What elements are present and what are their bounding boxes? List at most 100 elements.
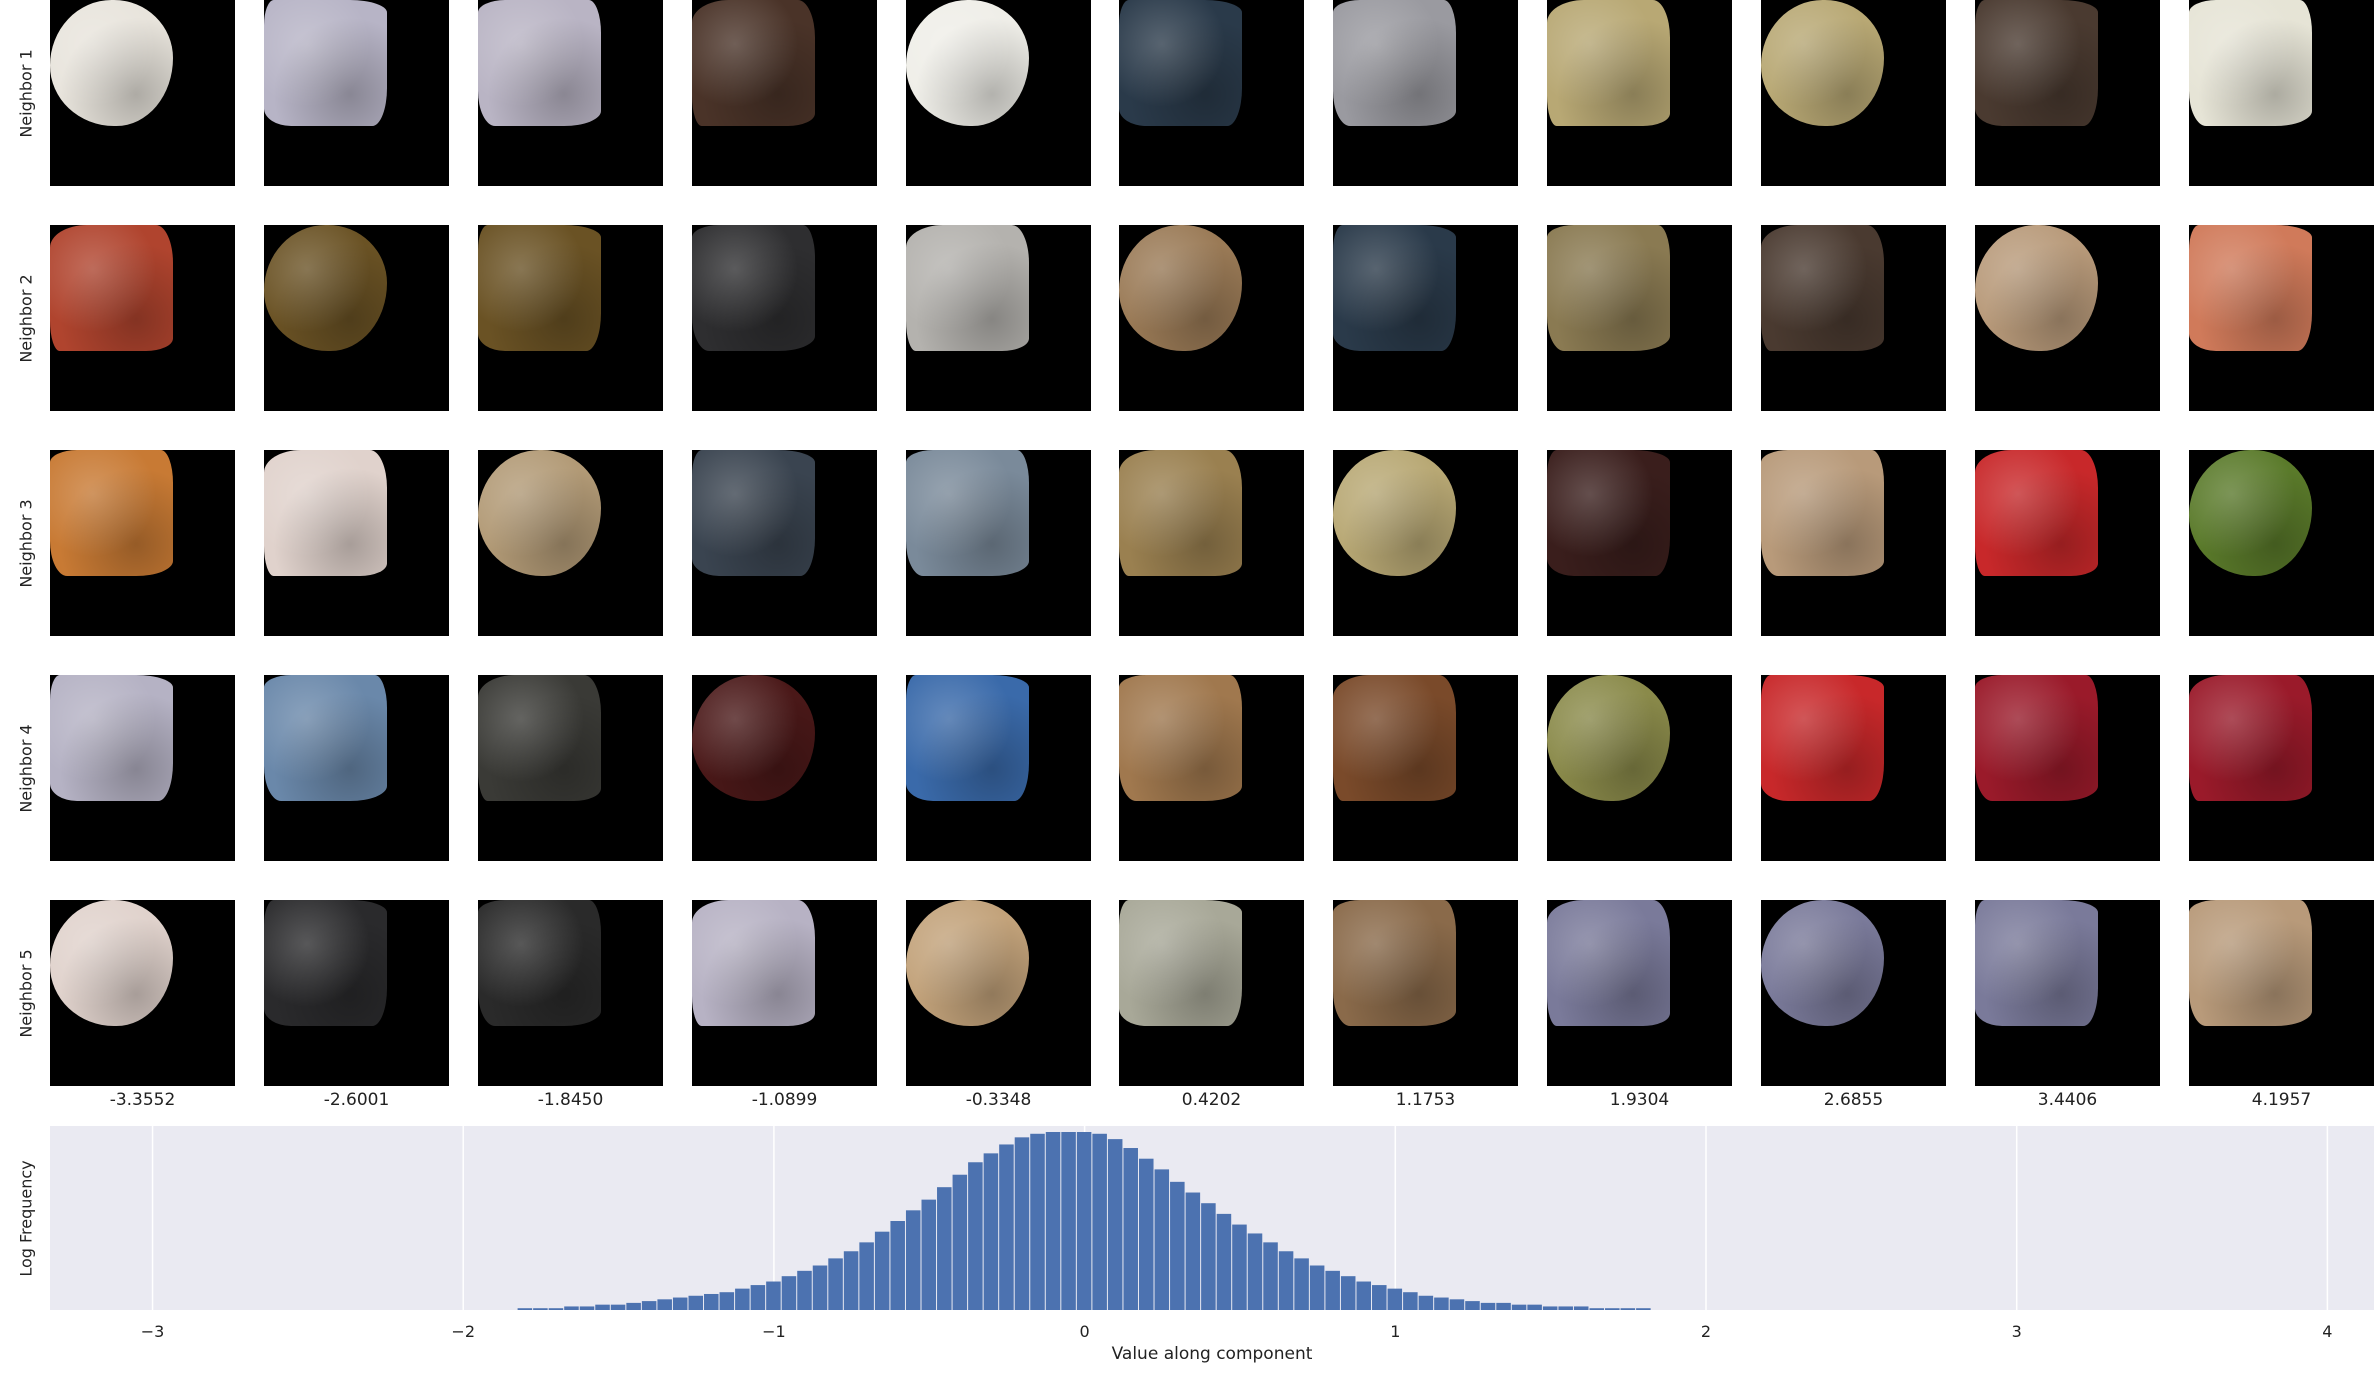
histogram-bar: [1170, 1181, 1185, 1310]
histogram-bar: [750, 1285, 766, 1310]
histogram-bar: [999, 1144, 1014, 1310]
histogram-bar: [1030, 1133, 1045, 1310]
neighbor-image: [50, 225, 235, 411]
image-patch: [1119, 225, 1242, 351]
image-patch: [264, 450, 387, 576]
x-tick-label: 2: [1700, 1322, 1712, 1341]
histogram-bar: [610, 1304, 626, 1310]
histogram-bar: [672, 1297, 688, 1310]
image-patch: [1333, 450, 1456, 576]
histogram-bar: [1589, 1308, 1605, 1310]
histogram-bar: [812, 1265, 828, 1310]
histogram-bar: [1387, 1288, 1403, 1310]
histogram-bar: [968, 1162, 983, 1310]
histogram-bar: [766, 1281, 781, 1310]
histogram-bar: [1138, 1158, 1154, 1310]
image-patch: [692, 900, 815, 1026]
histogram-bar: [1045, 1132, 1061, 1310]
neighbor-image: [906, 0, 1091, 186]
histogram-bar: [1496, 1302, 1511, 1310]
image-patch: [1119, 900, 1242, 1026]
histogram-bar: [517, 1308, 533, 1310]
neighbor-image: [1761, 450, 1946, 636]
column-value-label: -3.3552: [109, 1090, 176, 1110]
image-patch: [1975, 225, 2098, 351]
histogram-bar: [952, 1174, 968, 1310]
histogram-bar: [1356, 1281, 1372, 1310]
histogram-bar: [1605, 1308, 1620, 1310]
column-value-label: -1.0899: [751, 1090, 818, 1110]
histogram-bar: [1278, 1251, 1294, 1310]
histogram-bar: [1309, 1265, 1325, 1310]
neighbor-image: [1119, 225, 1304, 411]
image-patch: [1119, 675, 1242, 801]
histogram-bar: [704, 1293, 719, 1310]
neighbor-image: [1119, 0, 1304, 186]
image-patch: [2189, 450, 2312, 576]
row-label-container: Neighbor 2: [4, 225, 48, 411]
neighbor-image: [1975, 225, 2160, 411]
neighbor-image: [1547, 225, 1732, 411]
neighbor-image: [692, 450, 877, 636]
histogram-bar: [641, 1301, 657, 1310]
histogram-bar: [1154, 1169, 1170, 1310]
row-label: Neighbor 4: [16, 723, 36, 813]
image-patch: [50, 450, 173, 576]
image-patch: [1547, 675, 1670, 801]
neighbor-image: [478, 900, 663, 1086]
histogram-bar: [1201, 1203, 1216, 1310]
neighbor-image: [692, 675, 877, 861]
histogram-bar: [1123, 1148, 1138, 1310]
image-patch: [1333, 675, 1456, 801]
column-value-label: 0.4202: [1181, 1090, 1242, 1110]
column-value-label: 1.9304: [1609, 1090, 1670, 1110]
histogram-bar: [533, 1308, 548, 1310]
neighbor-image: [906, 450, 1091, 636]
row-label-container: Neighbor 4: [4, 675, 48, 861]
neighbor-image: [1547, 450, 1732, 636]
row-label: Neighbor 5: [16, 948, 36, 1038]
histogram-bar: [1076, 1132, 1092, 1310]
histogram-bar: [688, 1295, 704, 1310]
neighbor-image: [478, 0, 663, 186]
neighbor-image: [264, 900, 449, 1086]
image-patch: [478, 900, 601, 1026]
neighbor-image: [2189, 450, 2374, 636]
histogram-bar: [1573, 1306, 1589, 1310]
image-patch: [906, 900, 1029, 1026]
histogram-bar: [859, 1242, 874, 1310]
image-patch: [1975, 675, 2098, 801]
neighbor-image: [1333, 675, 1518, 861]
histogram-bar: [1418, 1295, 1434, 1310]
image-patch: [478, 675, 601, 801]
image-patch: [1547, 225, 1670, 351]
neighbor-image: [1975, 675, 2160, 861]
neighbor-image: [692, 225, 877, 411]
image-patch: [478, 450, 601, 576]
image-patch: [1975, 450, 2098, 576]
row-label: Neighbor 1: [16, 48, 36, 138]
histogram-bar: [1014, 1137, 1030, 1310]
image-patch: [478, 225, 601, 351]
image-patch: [2189, 0, 2312, 126]
image-patch: [264, 675, 387, 801]
image-patch: [692, 450, 815, 576]
image-patch: [1333, 225, 1456, 351]
row-label-container: Neighbor 5: [4, 900, 48, 1086]
neighbor-image: [2189, 225, 2374, 411]
x-tick-label: 0: [1079, 1322, 1090, 1341]
neighbor-image: [1975, 900, 2160, 1086]
histogram-bar: [874, 1231, 890, 1310]
image-patch: [1547, 0, 1670, 126]
row-label: Neighbor 2: [16, 273, 36, 363]
histogram-bar: [626, 1302, 641, 1310]
image-patch: [906, 450, 1029, 576]
histogram-bar: [828, 1258, 843, 1310]
image-patch: [1333, 0, 1456, 126]
image-patch: [264, 900, 387, 1026]
image-patch: [1975, 900, 2098, 1026]
neighbor-image: [264, 450, 449, 636]
neighbor-image: [692, 0, 877, 186]
histogram-bar: [1061, 1132, 1076, 1310]
neighbor-image: [1333, 0, 1518, 186]
